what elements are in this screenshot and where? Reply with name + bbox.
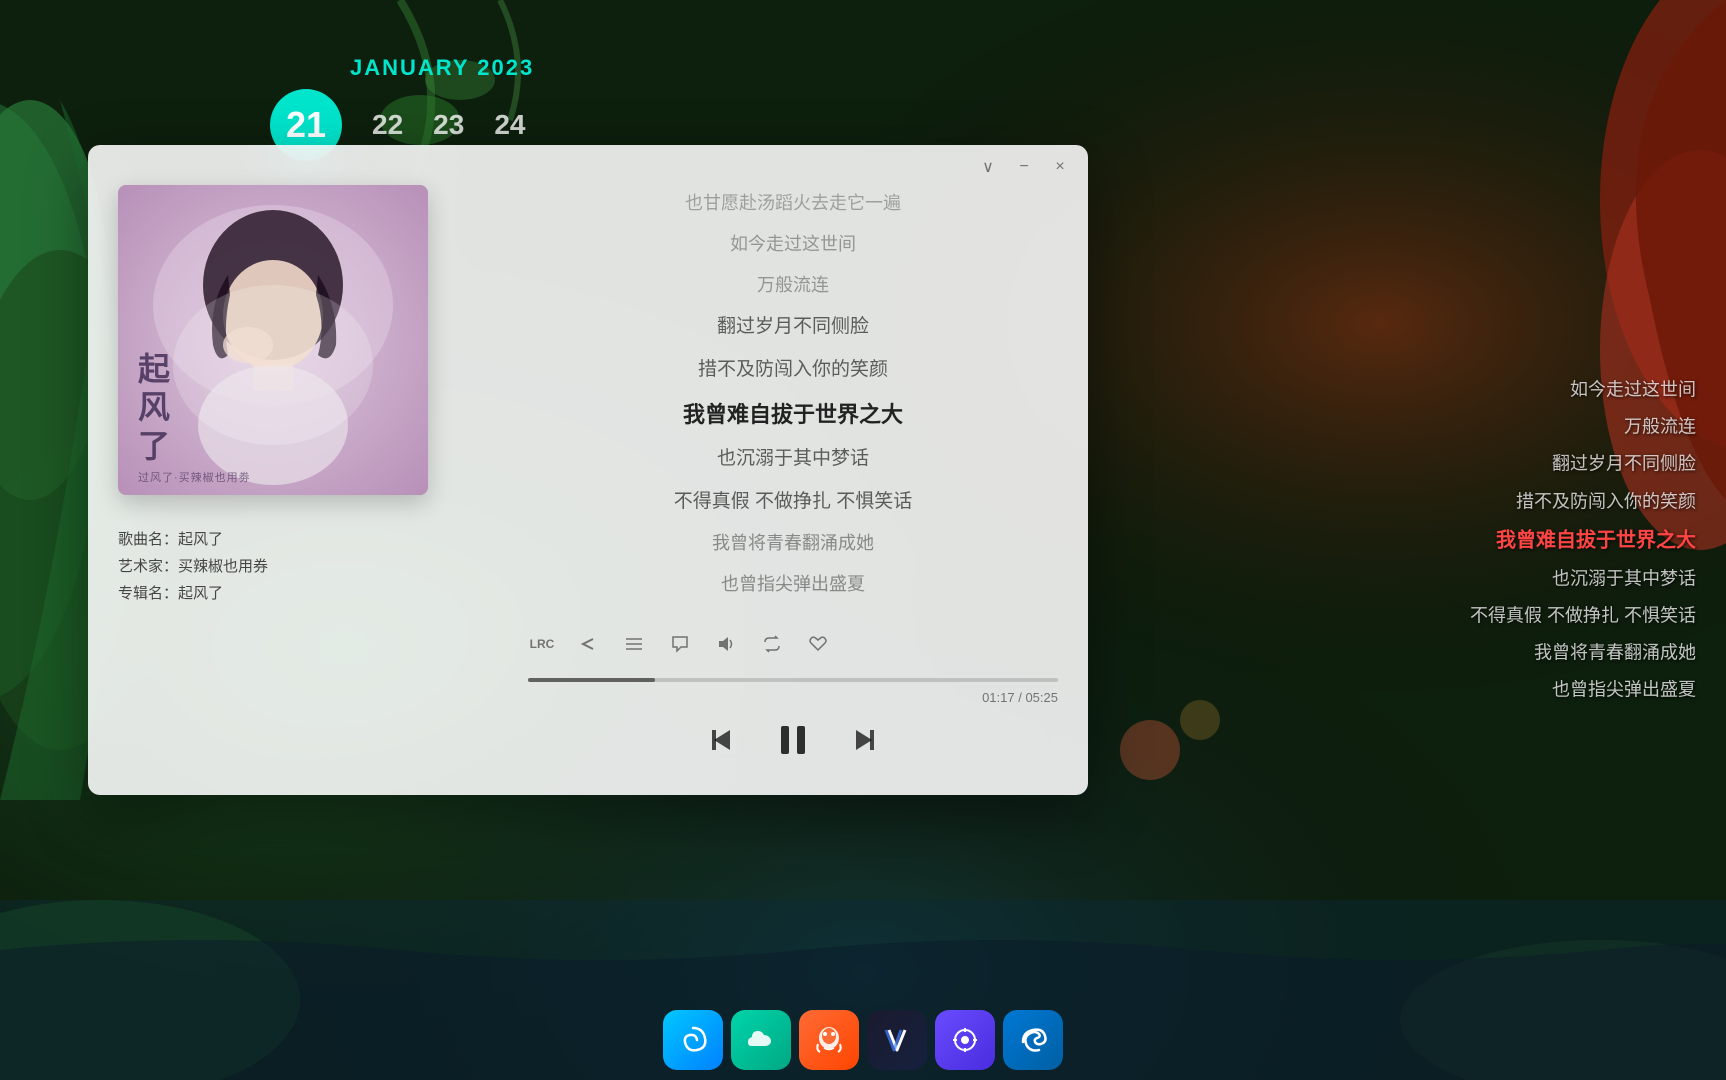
lyric-0: 也甘愿赴汤蹈火去走它一遍 <box>528 190 1058 217</box>
repeat-icon[interactable] <box>758 630 786 658</box>
desktop-lyric-4: 措不及防闯入你的笑颜 <box>1436 489 1696 514</box>
taskbar-app-edge[interactable] <box>1003 1010 1063 1070</box>
calendar-month: JANUARY 2023 <box>350 55 534 81</box>
time-display: 01:17 / 05:25 <box>982 690 1058 705</box>
taskbar-app-spiral[interactable] <box>663 1010 723 1070</box>
desktop-lyric-7: 不得真假 不做挣扎 不惧笑话 <box>1436 603 1696 628</box>
artist-label: 艺术家： <box>118 558 178 575</box>
player-content: 起风了 过风了·买辣椒也用劵 歌曲名：起风了 艺术家：买辣椒也用券 专辑名：起风… <box>88 145 1088 795</box>
lyric-6: 也沉溺于其中梦话 <box>528 445 1058 474</box>
lyric-3: 翻过岁月不同侧脸 <box>528 313 1058 342</box>
progress-fill <box>528 678 655 682</box>
desktop-lyric-5-active: 我曾难自拔于世界之大 <box>1436 526 1696 554</box>
taskbar-app-baidu[interactable] <box>935 1010 995 1070</box>
main-controls <box>528 715 1058 765</box>
calendar-other-days: 22 23 24 <box>372 109 525 141</box>
comment-icon[interactable] <box>666 630 694 658</box>
album-label: 专辑名： <box>118 585 178 602</box>
desktop-lyric-9: 也曾指尖弹出盛夏 <box>1436 678 1696 703</box>
player-right: 也甘愿赴汤蹈火去走它一遍 如今走过这世间 万般流连 翻过岁月不同侧脸 措不及防闯… <box>498 175 1058 765</box>
album-art: 起风了 过风了·买辣椒也用劵 <box>118 185 428 495</box>
close-button[interactable]: × <box>1050 157 1070 177</box>
song-name-label: 歌曲名： <box>118 531 178 548</box>
progress-section: LRC <box>528 602 1058 765</box>
minimize-button[interactable]: − <box>1014 157 1034 177</box>
taskbar-app-wps[interactable] <box>867 1010 927 1070</box>
lyric-active: 我曾难自拔于世界之大 <box>528 398 1058 431</box>
dropdown-button[interactable]: ∨ <box>978 157 998 177</box>
lyric-4: 措不及防闯入你的笑颜 <box>528 356 1058 385</box>
progress-time: 01:17 / 05:25 <box>528 690 1058 705</box>
taskbar <box>0 1000 1726 1080</box>
desktop-lyric-2: 万般流连 <box>1436 414 1696 439</box>
next-button[interactable] <box>842 720 882 760</box>
desktop-lyric-3: 翻过岁月不同侧脸 <box>1436 452 1696 477</box>
desktop-lyrics-panel: 如今走过这世间 万般流连 翻过岁月不同侧脸 措不及防闯入你的笑颜 我曾难自拔于世… <box>1406 357 1726 723</box>
player-window: ∨ − × <box>88 145 1088 795</box>
album-subtitle: 过风了·买辣椒也用劵 <box>138 469 251 485</box>
playlist-icon[interactable] <box>620 630 648 658</box>
song-name-row: 歌曲名：起风了 <box>118 528 498 549</box>
album-art-container: 起风了 过风了·买辣椒也用劵 <box>118 185 428 495</box>
desktop-lyric-8: 我曾将青春翻涌成她 <box>1436 640 1696 665</box>
lyric-9: 也曾指尖弹出盛夏 <box>528 571 1058 598</box>
artist-row: 艺术家：买辣椒也用券 <box>118 555 498 576</box>
album-text-overlay: 起风了 <box>138 350 170 465</box>
taskbar-app-cloud[interactable] <box>731 1010 791 1070</box>
calendar-day-23: 23 <box>433 109 464 141</box>
album-row: 专辑名：起风了 <box>118 582 498 603</box>
lyrics-container: 也甘愿赴汤蹈火去走它一遍 如今走过这世间 万般流连 翻过岁月不同侧脸 措不及防闯… <box>528 180 1058 602</box>
lyric-1: 如今走过这世间 <box>528 231 1058 258</box>
song-name-value: 起风了 <box>178 531 223 548</box>
desktop-lyric-1: 如今走过这世间 <box>1436 377 1696 402</box>
window-titlebar: ∨ − × <box>960 145 1088 189</box>
calendar-day-22: 22 <box>372 109 403 141</box>
artist-value: 买辣椒也用券 <box>178 558 268 575</box>
volume-icon[interactable] <box>712 630 740 658</box>
taskbar-app-qq[interactable] <box>799 1010 859 1070</box>
album-value: 起风了 <box>178 585 223 602</box>
player-left: 起风了 过风了·买辣椒也用劵 歌曲名：起风了 艺术家：买辣椒也用券 专辑名：起风… <box>118 175 498 765</box>
toolbar-bar: LRC <box>528 622 1058 666</box>
toolbar-left: LRC <box>528 630 832 658</box>
lyric-7: 不得真假 不做挣扎 不惧笑话 <box>528 488 1058 517</box>
favorite-icon[interactable] <box>804 630 832 658</box>
song-info: 歌曲名：起风了 艺术家：买辣椒也用券 专辑名：起风了 <box>118 528 498 609</box>
back-icon[interactable] <box>574 630 602 658</box>
lrc-button[interactable]: LRC <box>528 630 556 658</box>
calendar-day-24: 24 <box>494 109 525 141</box>
lyric-2: 万般流连 <box>528 272 1058 299</box>
lyric-8: 我曾将青春翻涌成她 <box>528 530 1058 557</box>
desktop-lyric-6: 也沉溺于其中梦话 <box>1436 566 1696 591</box>
prev-button[interactable] <box>704 720 744 760</box>
progress-bar[interactable] <box>528 678 1058 682</box>
pause-button[interactable] <box>768 715 818 765</box>
